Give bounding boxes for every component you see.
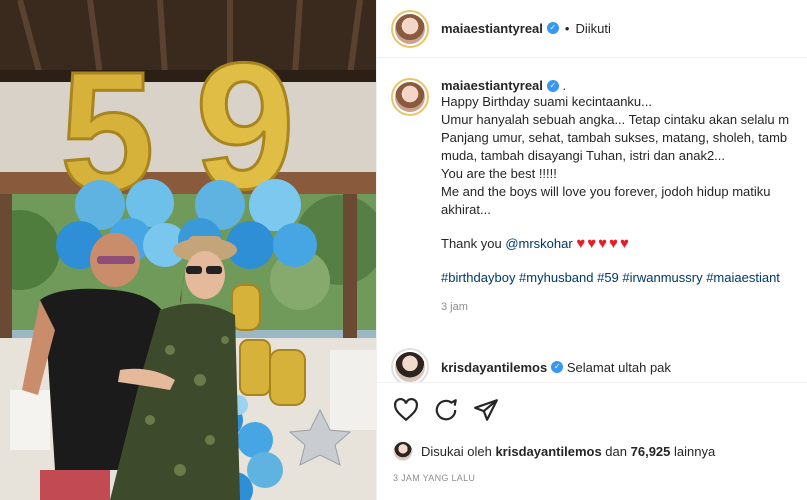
- likes-summary[interactable]: Disukai oleh krisdayantilemos dan 76,925…: [393, 441, 715, 461]
- verified-badge-icon: ✓: [546, 79, 559, 92]
- hashtags-link[interactable]: #birthdayboy #myhusband #59 #irwanmussry…: [441, 269, 807, 287]
- caption-line: Panjang umur, sehat, tambah sukses, mata…: [441, 130, 788, 145]
- comment-icon[interactable]: [433, 397, 459, 423]
- share-icon[interactable]: [473, 397, 499, 423]
- comment-text: Selamat ultah pak: [566, 359, 671, 375]
- follow-button[interactable]: Diikuti: [575, 21, 610, 36]
- caption-line: Happy Birthday suami kecintaanku...: [441, 94, 652, 109]
- liker-username[interactable]: krisdayantilemos: [495, 444, 601, 459]
- verified-badge-icon: ✓: [551, 361, 564, 374]
- photo-illustration: 5 9: [0, 0, 376, 500]
- caption-line: akhirat...: [441, 202, 491, 217]
- author-avatar[interactable]: [391, 9, 429, 48]
- likes-count[interactable]: 76,925: [631, 444, 671, 459]
- red-hearts-icon: ♥♥♥♥♥: [576, 235, 631, 252]
- caption-time[interactable]: 3 jam: [441, 301, 807, 313]
- liker-avatar: [393, 441, 413, 461]
- caption-username[interactable]: maiaestiantyreal: [441, 78, 543, 93]
- caption-line: Umur hanyalah sebuah angka... Tetap cint…: [441, 112, 790, 127]
- thanks-line: Thank you @mrskohar ♥♥♥♥♥: [441, 235, 807, 253]
- thanks-prefix: Thank you: [441, 236, 506, 251]
- author-username[interactable]: maiaestiantyreal: [441, 21, 543, 36]
- mention-link[interactable]: @mrskohar: [505, 236, 572, 251]
- caption-line: You are the best !!!!!: [441, 166, 557, 181]
- post-header: maiaestiantyreal ✓ • Diikuti: [377, 0, 807, 58]
- comment-item: krisdayantilemos ✓ Selamat ultah pak: [391, 348, 807, 382]
- comments-section: maiaestiantyreal ✓ . Happy Birthday suami…: [377, 58, 807, 382]
- commenter-username[interactable]: krisdayantilemos: [441, 360, 547, 375]
- caption-line: Me and the boys will love you forever, j…: [441, 184, 771, 199]
- instagram-post: 5 9 maiaestiantyreal ✓ • Diikuti maiaest…: [0, 0, 807, 500]
- caption-avatar[interactable]: [391, 78, 429, 116]
- post-photo[interactable]: 5 9: [0, 0, 376, 500]
- heart-icon[interactable]: [393, 397, 419, 423]
- post-details-panel: maiaestiantyreal ✓ • Diikuti maiaestiant…: [376, 0, 807, 500]
- caption-line: muda, tambah disayangi Tuhan, istri dan …: [441, 148, 726, 163]
- separator-dot: •: [564, 21, 570, 36]
- post-caption: maiaestiantyreal ✓ . Happy Birthday suami…: [391, 78, 807, 313]
- verified-badge-icon: ✓: [546, 21, 559, 34]
- caption-head-suffix: .: [562, 78, 567, 93]
- post-timestamp[interactable]: 3 JAM YANG LALU: [393, 473, 475, 483]
- commenter-avatar[interactable]: [391, 348, 429, 382]
- actions-bar: Disukai oleh krisdayantilemos dan 76,925…: [377, 382, 807, 500]
